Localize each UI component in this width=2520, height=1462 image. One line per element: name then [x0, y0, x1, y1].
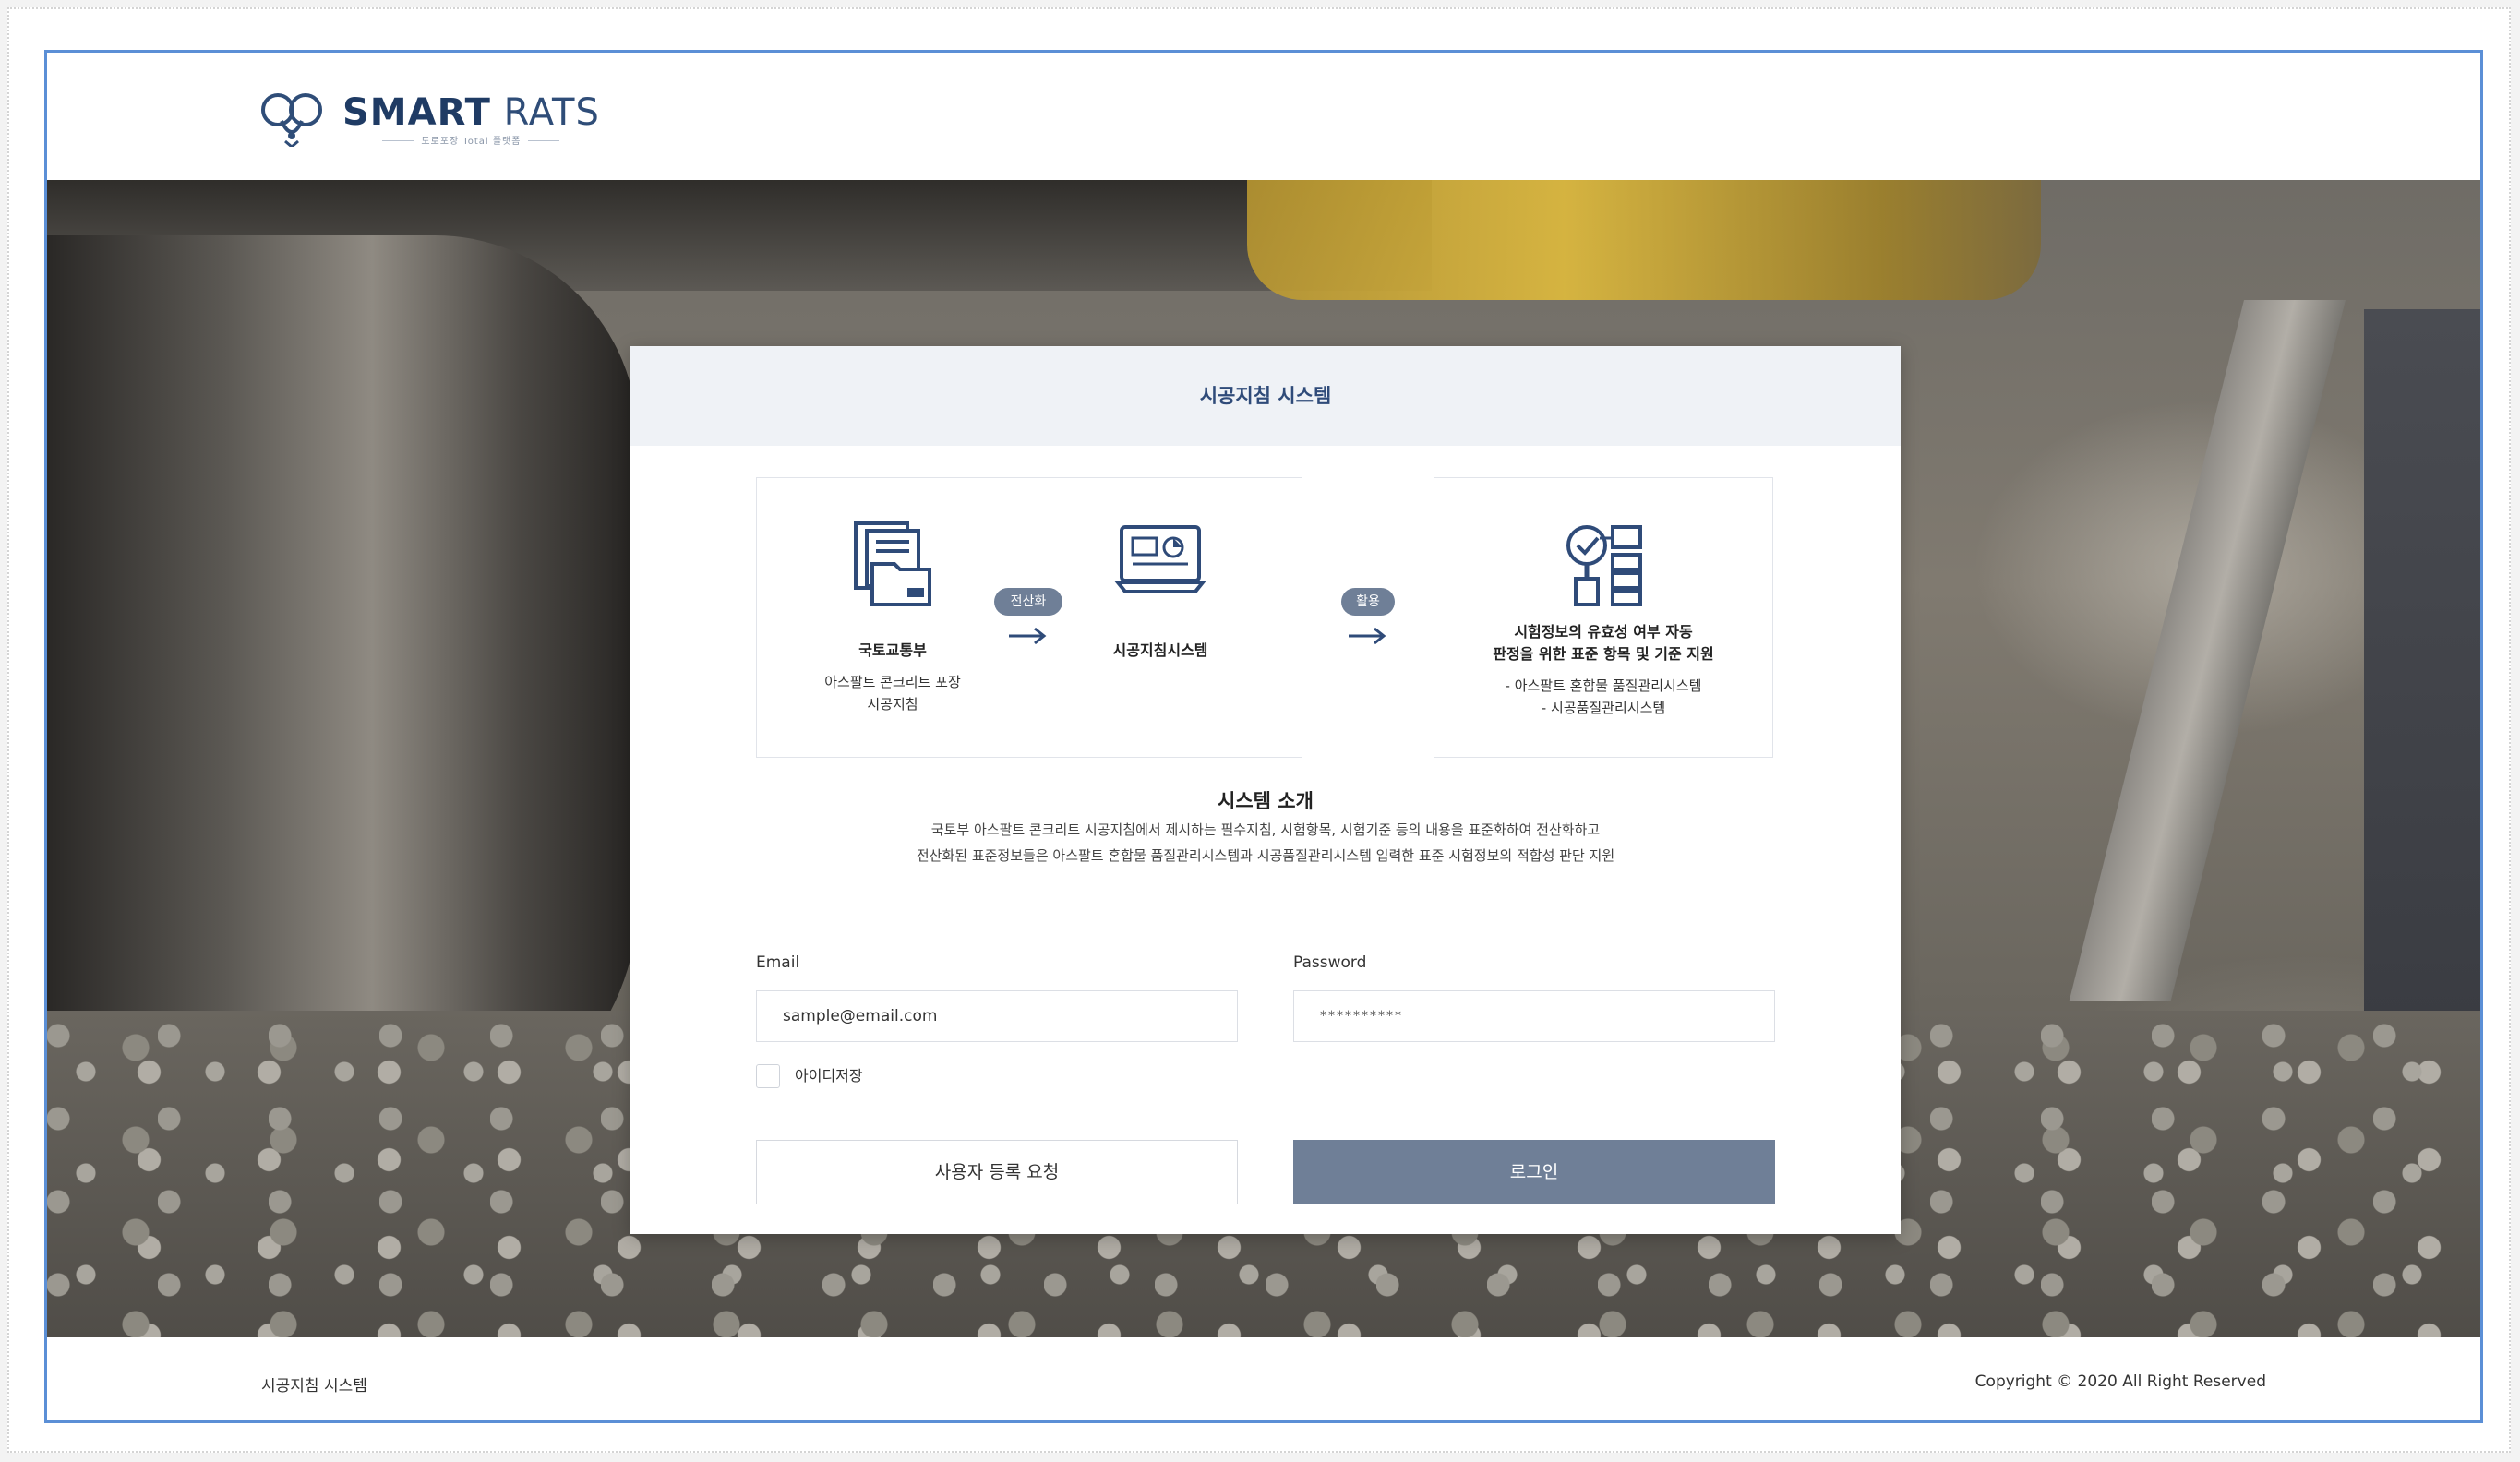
hero-background-image: 시공지침 시스템 국토교통부 아스팔트 콘크리트 포장 시공지침 전산화 시공지…	[47, 180, 2480, 1337]
logo-text-bold: SMART	[342, 90, 491, 134]
chip-utilize: 활용	[1341, 588, 1395, 616]
login-card: 시공지침 시스템 국토교통부 아스팔트 콘크리트 포장 시공지침 전산화 시공지…	[630, 346, 1901, 1234]
intro-title: 시스템 소개	[1218, 790, 1314, 812]
top-header: SMART RATS 도로포장 Total 플랫폼	[47, 53, 2480, 181]
target-desc-line-2: - 시공품질관리시스템	[1541, 700, 1666, 716]
app-window: SMART RATS 도로포장 Total 플랫폼 시공지침 시스템 국토교통부…	[44, 50, 2483, 1423]
flow-item-target: 시험정보의 유효성 여부 자동 판정을 위한 표준 항목 및 기준 지원 - 아…	[1434, 518, 1773, 719]
footer-copyright: Copyright © 2020 All Right Reserved	[1974, 1372, 2266, 1391]
email-input[interactable]: sample@email.com	[756, 990, 1238, 1042]
hero-roller	[47, 235, 638, 1140]
search-check-server-icon	[1566, 525, 1642, 606]
arrow-right-icon	[1009, 627, 1047, 645]
hero-yellow-machine	[1247, 180, 2041, 300]
footer-system-name: 시공지침 시스템	[261, 1377, 367, 1396]
target-desc-line-1: - 아스팔트 혼합물 품질관리시스템	[1505, 677, 1702, 694]
footer: 시공지침 시스템 Copyright © 2020 All Right Rese…	[47, 1337, 2480, 1420]
system-intro: 시스템 소개 국토부 아스팔트 콘크리트 시공지침에서 제시하는 필수지침, 시…	[630, 785, 1901, 869]
intro-line-1: 국토부 아스팔트 콘크리트 시공지침에서 제시하는 필수지침, 시험항목, 시험…	[930, 821, 1601, 838]
intro-line-2: 전산화된 표준정보들은 아스팔트 혼합물 품질관리시스템과 시공품질관리시스템 …	[916, 847, 1615, 864]
system-title: 시공지침시스템	[1112, 641, 1208, 659]
process-flow: 국토교통부 아스팔트 콘크리트 포장 시공지침 전산화 시공지침시스템 활용 시…	[756, 477, 1775, 760]
logo-subtitle: 도로포장 Total 플랫폼	[342, 133, 600, 147]
hero-curb	[2069, 300, 2346, 1001]
card-title: 시공지침 시스템	[630, 346, 1901, 446]
logo-text-light: RATS	[490, 90, 600, 134]
source-title: 국토교통부	[858, 641, 927, 659]
source-desc-line-2: 시공지침	[867, 696, 918, 713]
email-label: Email	[756, 953, 800, 972]
login-button[interactable]: 로그인	[1293, 1140, 1775, 1204]
rat-logo-icon	[261, 93, 322, 147]
flow-item-source: 국토교통부 아스팔트 콘크리트 포장 시공지침	[800, 518, 985, 715]
document-folder-icon	[854, 521, 931, 606]
chip-digitize: 전산화	[994, 588, 1062, 616]
flow-item-system: 시공지침시스템	[1068, 518, 1253, 662]
monitor-dashboard-icon	[1114, 525, 1206, 593]
target-title-line-2: 판정을 위한 표준 항목 및 기준 지원	[1493, 645, 1714, 663]
password-label: Password	[1293, 953, 1367, 972]
source-desc-line-1: 아스팔트 콘크리트 포장	[824, 674, 961, 690]
register-request-button[interactable]: 사용자 등록 요청	[756, 1140, 1238, 1204]
hero-asphalt	[2364, 309, 2480, 1029]
password-input[interactable]: **********	[1293, 990, 1775, 1042]
remember-id-checkbox[interactable]	[756, 1064, 780, 1088]
brand-logo[interactable]: SMART RATS 도로포장 Total 플랫폼	[258, 86, 600, 150]
target-title-line-1: 시험정보의 유효성 여부 자동	[1514, 623, 1693, 641]
remember-id-label[interactable]: 아이디저장	[795, 1064, 863, 1088]
arrow-right-icon	[1349, 627, 1386, 645]
